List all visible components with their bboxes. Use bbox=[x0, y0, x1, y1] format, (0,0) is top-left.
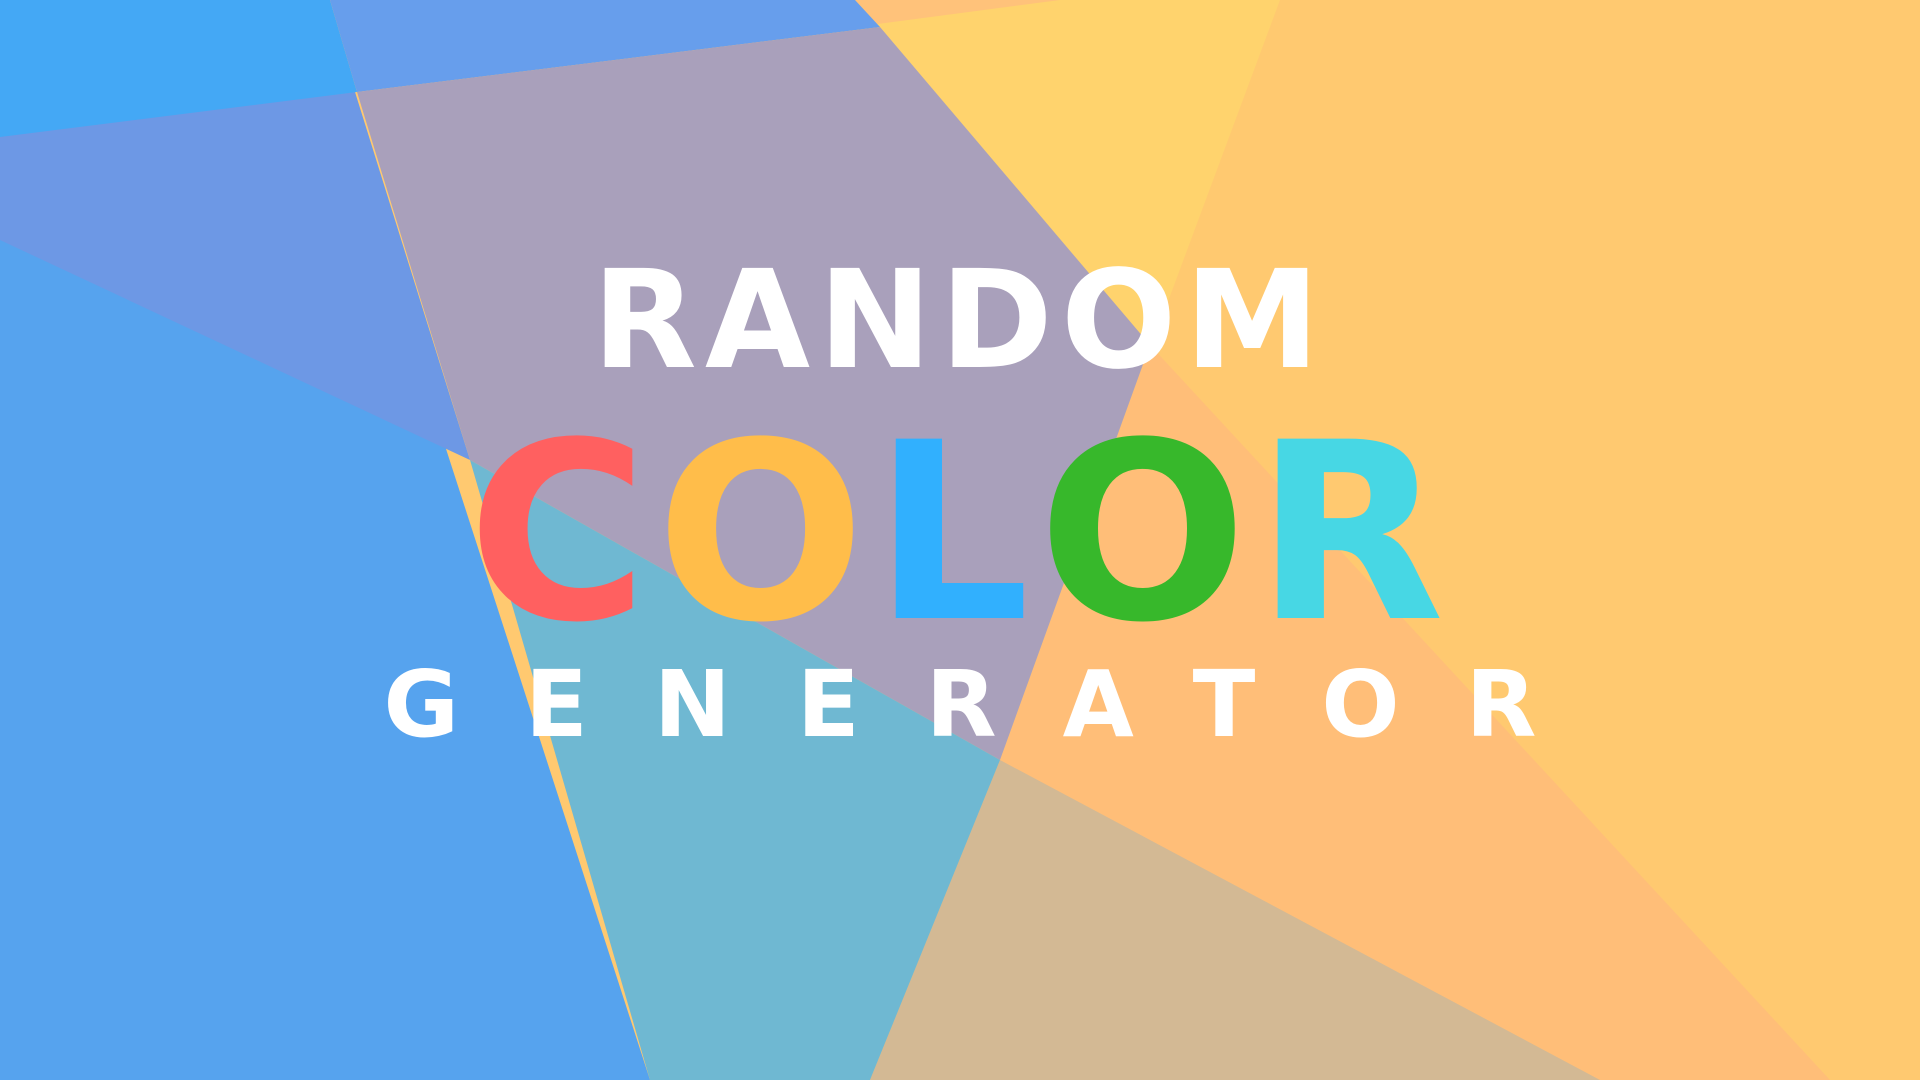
color-letter-2: O bbox=[656, 391, 874, 677]
title-random: RANDOM bbox=[592, 242, 1328, 400]
title-color: COLOR bbox=[0, 404, 1920, 664]
color-letter-5: R bbox=[1255, 391, 1453, 677]
color-letter-1: C bbox=[467, 391, 657, 677]
title-block: RANDOM COLOR GENERATOR bbox=[0, 0, 1920, 1080]
title-generator: GENERATOR bbox=[383, 651, 1603, 758]
color-letter-3: L bbox=[873, 391, 1038, 677]
color-letter-4: O bbox=[1037, 391, 1256, 677]
splash-screen: RANDOM COLOR GENERATOR bbox=[0, 0, 1920, 1080]
